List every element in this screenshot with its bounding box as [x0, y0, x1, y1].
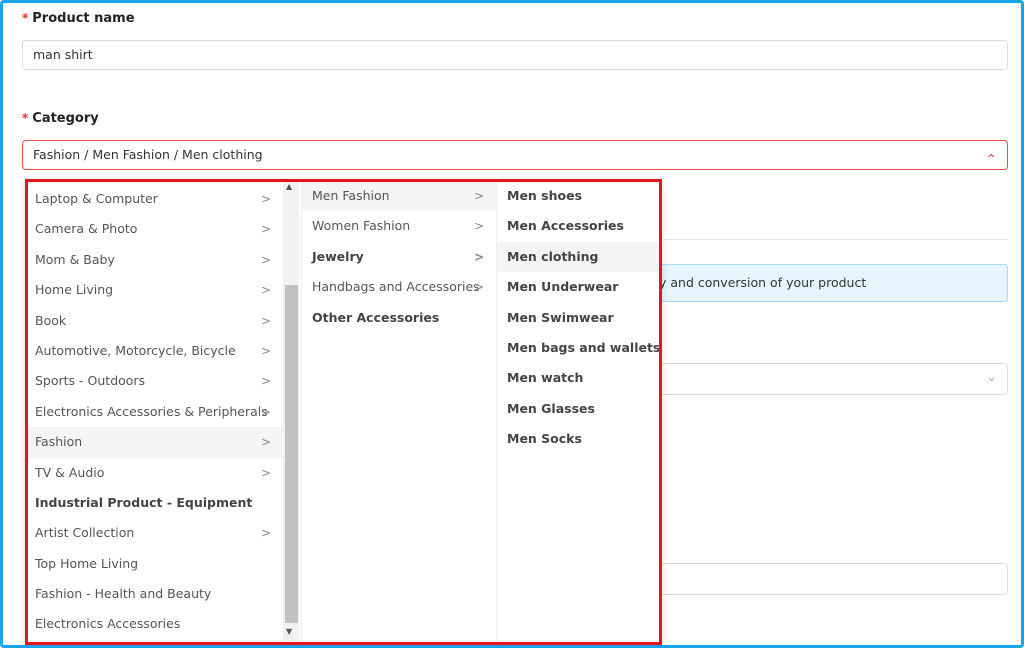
category-option[interactable]: Fashion - Health and Beauty — [25, 579, 283, 609]
chevron-right-icon: > — [260, 283, 271, 298]
category-option-label: Mom & Baby — [35, 251, 115, 267]
category-option-label: Jewelry — [312, 248, 364, 264]
category-option[interactable]: Home Living > — [25, 275, 283, 305]
category-option-label: Book — [35, 312, 67, 328]
category-option[interactable]: Laptop & Computer > — [25, 184, 283, 214]
category-option[interactable]: Camera & Photo > — [25, 214, 283, 244]
category-option-label: Men Swimwear — [507, 309, 614, 325]
category-option[interactable]: Handbags and Accessories > — [302, 272, 496, 302]
category-option-label: Men Underwear — [507, 279, 619, 295]
category-option[interactable]: Mom & Baby > — [25, 245, 283, 275]
category-option[interactable]: Men shoes — [497, 181, 662, 211]
category-option[interactable]: Industrial Product - Equipment — [25, 488, 283, 518]
category-option[interactable]: Electronics Accessories & Peripherals > — [25, 397, 283, 427]
category-option-label: Home Living — [35, 282, 114, 298]
category-option[interactable]: Electronics Accessories — [25, 609, 283, 639]
category-option[interactable]: Automotive, Motorcycle, Bicycle > — [25, 336, 283, 366]
category-option-label: Top Home Living — [35, 555, 139, 571]
category-option-label: Electronics Accessories & Peripherals — [35, 403, 268, 419]
category-label: * Category — [22, 111, 99, 126]
category-option[interactable]: Artist Collection > — [25, 518, 283, 548]
category-option[interactable]: Sports - Outdoors > — [25, 366, 283, 396]
category-option[interactable]: Men Swimwear — [497, 303, 662, 333]
category-option-label: Artist Collection — [35, 525, 135, 541]
category-option-label: Men Fashion — [312, 188, 390, 203]
chevron-right-icon: > — [473, 219, 484, 234]
chevron-right-icon: > — [260, 313, 271, 328]
category-option[interactable]: Men Underwear — [497, 272, 662, 302]
category-option-label: Automotive, Motorcycle, Bicycle — [35, 342, 236, 358]
background-select[interactable]: ⌄ — [643, 363, 1008, 395]
category-option[interactable]: Men Glasses — [497, 394, 662, 424]
chevron-right-icon: > — [260, 465, 271, 480]
category-option-label: Other Accessories — [312, 309, 440, 325]
info-banner: y and conversion of your product — [643, 264, 1008, 302]
category-option-label: Men Glasses — [507, 400, 595, 416]
category-option[interactable]: Other Accessories — [302, 303, 496, 333]
category-option-label: Women Fashion — [312, 218, 411, 234]
product-name-label: * Product name — [22, 11, 135, 26]
scrollbar-thumb[interactable] — [285, 285, 298, 623]
category-option[interactable]: Men Accessories — [497, 211, 662, 241]
chevron-right-icon: > — [260, 435, 271, 450]
category-option-label: Sports - Outdoors — [35, 373, 146, 389]
category-option-label: Industrial Product - Equipment — [35, 494, 253, 510]
category-option-label: TV & Audio — [35, 464, 105, 480]
chevron-right-icon: > — [260, 526, 271, 541]
category-option[interactable]: Men clothing — [497, 241, 662, 273]
category-option[interactable]: Fashion > — [25, 427, 283, 458]
section-divider — [663, 239, 1008, 240]
chevron-right-icon: > — [260, 374, 271, 389]
category-option-label: Men Socks — [507, 431, 582, 447]
category-option-label: Men bags and wallets — [507, 339, 661, 355]
category-option-label: Men Accessories — [507, 218, 624, 234]
category-option[interactable]: Men watch — [497, 363, 662, 393]
background-input[interactable] — [643, 563, 1008, 595]
category-option[interactable]: Men bags and wallets — [497, 333, 662, 363]
category-option[interactable]: Book > — [25, 306, 283, 336]
category-option-label: Men shoes — [507, 188, 583, 203]
category-dropdown: Laptop & Computer > Camera & Photo > Mom & B… — [25, 179, 662, 645]
scroll-down-arrow-icon[interactable]: ▼ — [286, 627, 292, 636]
category-option[interactable]: Top Home Living — [25, 549, 283, 579]
chevron-right-icon: > — [260, 192, 271, 206]
chevron-right-icon: > — [260, 252, 271, 267]
category-option[interactable]: Women Fashion > — [302, 211, 496, 241]
dropdown-scrollbar[interactable]: ▲ ▼ — [283, 179, 299, 641]
chevron-right-icon: > — [260, 343, 271, 358]
category-select-value: Fashion / Men Fashion / Men clothing — [33, 147, 263, 162]
category-option-label: Laptop & Computer — [35, 191, 158, 206]
category-option[interactable]: Jewelry > — [302, 242, 496, 272]
category-option-label: Men watch — [507, 370, 584, 386]
required-mark: * — [22, 11, 29, 25]
chevron-up-icon[interactable]: ⌃ — [985, 146, 997, 174]
category-column-level-1: Laptop & Computer > Camera & Photo > Mom & B… — [25, 179, 283, 645]
form-frame: * Product name man shirt * Category Fashio… — [0, 0, 1024, 648]
category-option-label: Electronics Accessories — [35, 616, 181, 632]
category-option-label: Men clothing — [507, 248, 599, 264]
category-option-label: Fashion - Health and Beauty — [35, 586, 212, 602]
category-option[interactable]: TV & Audio > — [25, 458, 283, 488]
category-option[interactable]: Men Fashion > — [302, 181, 496, 212]
category-option[interactable]: Men Socks — [497, 424, 662, 454]
chevron-down-icon: ⌄ — [986, 370, 997, 385]
category-select[interactable]: Fashion / Men Fashion / Men clothing ⌃ — [22, 140, 1008, 170]
category-option-label: Camera & Photo — [35, 221, 138, 237]
product-name-input[interactable]: man shirt — [22, 40, 1008, 70]
chevron-right-icon: > — [473, 280, 484, 295]
required-mark: * — [22, 111, 29, 125]
category-option-label: Handbags and Accessories — [312, 279, 480, 295]
chevron-right-icon: > — [260, 404, 271, 419]
chevron-right-icon: > — [473, 249, 484, 264]
category-column-level-3: Men shoes Men Accessories Men clothing Men … — [496, 179, 662, 645]
category-option-label: Fashion — [35, 434, 83, 450]
chevron-right-icon: > — [473, 189, 484, 203]
chevron-right-icon: > — [260, 222, 271, 237]
scroll-up-arrow-icon[interactable]: ▲ — [286, 182, 292, 191]
category-column-level-2: Men Fashion > Women Fashion > Jewelry > Handba… — [301, 179, 496, 645]
